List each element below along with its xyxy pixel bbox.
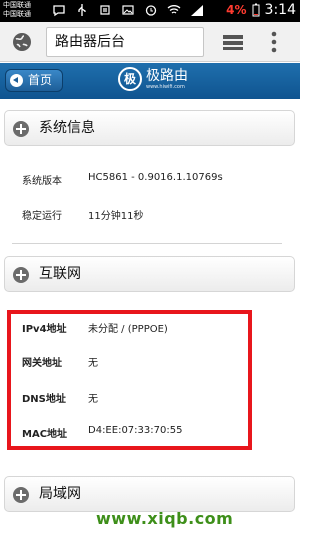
section-system-info[interactable]: 系统信息 xyxy=(4,110,295,146)
expand-icon xyxy=(13,267,29,283)
section-lan[interactable]: 局域网 xyxy=(4,476,295,512)
cleanup-icon xyxy=(100,5,110,15)
signal-icon xyxy=(191,5,203,16)
status-bar: 中国联通 中国联通 4% 3:14 xyxy=(0,0,300,22)
section-title: 系统信息 xyxy=(39,120,95,136)
message-icon xyxy=(53,5,65,17)
logo-text: 极路由 www.hiwifi.com xyxy=(146,68,188,91)
section-title: 局域网 xyxy=(39,486,81,502)
info-label: MAC地址 xyxy=(22,429,68,440)
status-right: 4% 3:14 xyxy=(226,2,296,18)
home-button-label: 首页 xyxy=(28,73,53,87)
expand-icon xyxy=(13,487,29,503)
section-title: 互联网 xyxy=(39,266,81,282)
info-value: HC5861 - 0.9016.1.10769s xyxy=(88,172,223,183)
battery-icon xyxy=(252,3,260,17)
carrier-1: 中国联通 xyxy=(3,1,31,9)
info-value: 无 xyxy=(88,394,98,405)
app-header: 首页 极 极路由 www.hiwifi.com xyxy=(0,63,300,99)
logo-mark-icon: 极 xyxy=(118,67,142,91)
back-arrow-icon xyxy=(10,74,23,87)
logo-name: 极路由 xyxy=(146,67,188,84)
info-value: 未分配 / (PPPOE) xyxy=(88,324,168,335)
info-value: D4:EE:07:33:70:55 xyxy=(88,425,183,436)
info-label: 系统版本 xyxy=(22,176,62,187)
home-button[interactable]: 首页 xyxy=(5,69,63,92)
globe-icon[interactable] xyxy=(12,32,32,52)
info-label: IPv4地址 xyxy=(22,324,67,335)
info-label: 稳定运行 xyxy=(22,211,62,222)
overflow-menu-icon[interactable] xyxy=(271,30,277,54)
usb-icon xyxy=(78,4,86,16)
browser-toolbar: 路由器后台 xyxy=(0,22,300,62)
expand-icon xyxy=(13,121,29,137)
info-label: 网关地址 xyxy=(22,358,62,369)
address-bar[interactable]: 路由器后台 xyxy=(46,27,204,57)
clock: 3:14 xyxy=(264,2,296,18)
divider xyxy=(12,243,282,244)
logo-url: www.hiwifi.com xyxy=(146,83,185,90)
hiwifi-logo: 极 极路由 www.hiwifi.com xyxy=(118,67,188,91)
alarm-icon xyxy=(145,5,157,16)
notification-icons xyxy=(52,3,204,17)
info-value: 无 xyxy=(88,358,98,369)
tabs-icon[interactable] xyxy=(222,33,244,51)
photo-icon xyxy=(122,5,134,15)
info-label: DNS地址 xyxy=(22,394,66,405)
watermark: www.xiqb.com xyxy=(96,509,234,528)
battery-level: 4% xyxy=(226,3,247,17)
carrier-2: 中国联通 xyxy=(3,10,31,18)
wifi-icon xyxy=(167,5,181,14)
carrier-labels: 中国联通 中国联通 xyxy=(3,1,31,19)
section-internet[interactable]: 互联网 xyxy=(4,256,295,292)
info-value: 11分钟11秒 xyxy=(88,211,144,222)
